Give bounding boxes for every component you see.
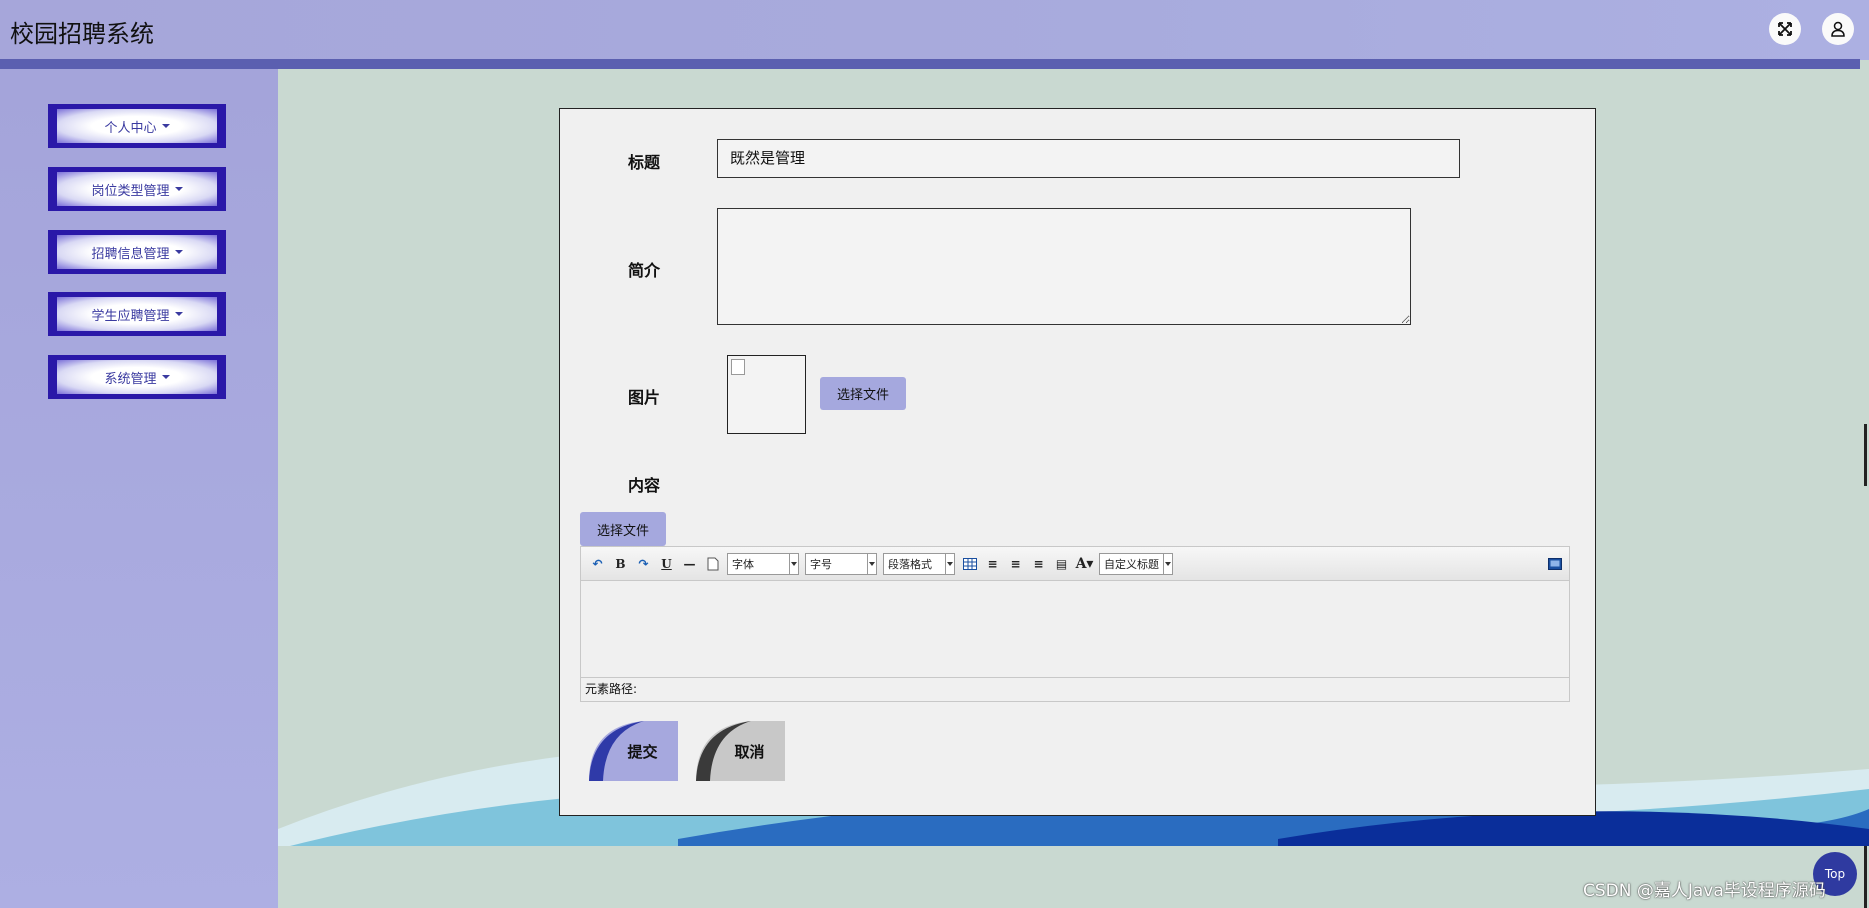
sidebar-item-label: 学生应聘管理 <box>91 308 170 324</box>
sidebar-item-student-apply[interactable]: 学生应聘管理 <box>48 292 226 336</box>
rich-text-editor: ↶ B ↷ U — 字体 字号 段落格式 ≡ ≡ ≡ ▤ A▾ 自定义标题 元素… <box>580 546 1570 702</box>
underline-icon[interactable]: U <box>658 555 675 572</box>
font-color-icon[interactable]: A▾ <box>1076 555 1094 572</box>
cancel-button[interactable]: 取消 <box>696 721 785 781</box>
preview-icon[interactable] <box>1546 555 1563 572</box>
chevron-down-icon <box>867 553 876 574</box>
caret-down-icon <box>174 312 183 316</box>
redo-icon[interactable]: ↷ <box>635 555 652 572</box>
sidebar-item-label: 招聘信息管理 <box>91 246 170 262</box>
user-icon <box>1831 21 1845 37</box>
chevron-down-icon <box>945 553 954 574</box>
form-panel: 标题 既然是管理 简介 图片 选择文件 内容 选择文件 ↶ B ↷ U — 字体… <box>559 108 1596 816</box>
summary-label: 简介 <box>628 261 661 280</box>
sidebar-item-system[interactable]: 系统管理 <box>48 355 226 399</box>
custom-title-select[interactable]: 自定义标题 <box>1099 552 1173 575</box>
scroll-indicator <box>1864 424 1867 486</box>
image-choose-file-button[interactable]: 选择文件 <box>820 377 906 410</box>
image-preview <box>727 355 806 434</box>
user-button[interactable] <box>1822 13 1854 45</box>
bold-icon[interactable]: B <box>612 555 629 572</box>
page-icon[interactable] <box>704 555 721 572</box>
title-label: 标题 <box>628 153 661 172</box>
editor-content-area[interactable] <box>581 582 1569 678</box>
app-title: 校园招聘系统 <box>10 20 154 48</box>
chevron-down-icon <box>1163 553 1172 574</box>
align-left-icon[interactable]: ≡ <box>984 555 1001 572</box>
content-choose-file-button[interactable]: 选择文件 <box>580 512 666 546</box>
sidebar-item-label: 岗位类型管理 <box>91 183 170 199</box>
align-right-icon[interactable]: ≡ <box>1007 555 1024 572</box>
submit-button[interactable]: 提交 <box>589 721 678 781</box>
sidebar-item-recruit-info[interactable]: 招聘信息管理 <box>48 230 226 274</box>
header-accent-bar <box>0 59 1860 69</box>
caret-down-icon <box>174 250 183 254</box>
editor-toolbar: ↶ B ↷ U — 字体 字号 段落格式 ≡ ≡ ≡ ▤ A▾ 自定义标题 <box>581 547 1569 581</box>
content-label: 内容 <box>628 476 661 495</box>
font-size-select[interactable]: 字号 <box>805 552 877 575</box>
caret-down-icon <box>174 187 183 191</box>
paragraph-format-select[interactable]: 段落格式 <box>883 552 955 575</box>
caret-down-icon <box>161 124 170 128</box>
image-label: 图片 <box>628 388 661 407</box>
align-justify-icon[interactable]: ▤ <box>1053 555 1070 572</box>
fullscreen-button[interactable] <box>1769 13 1801 45</box>
sidebar-item-label: 个人中心 <box>104 120 157 136</box>
align-center-icon[interactable]: ≡ <box>1030 555 1047 572</box>
undo-icon[interactable]: ↶ <box>589 555 606 572</box>
scroll-indicator-bottom <box>1864 846 1867 908</box>
chevron-down-icon <box>789 553 798 574</box>
caret-down-icon <box>161 375 170 379</box>
top-header: 校园招聘系统 <box>0 0 1869 60</box>
title-input[interactable]: 既然是管理 <box>717 139 1460 178</box>
table-icon[interactable] <box>961 555 978 572</box>
sidebar-item-job-type[interactable]: 岗位类型管理 <box>48 167 226 211</box>
watermark-text: CSDN @嘉人Java毕设程序源码 <box>1583 881 1826 901</box>
sidebar: 个人中心 岗位类型管理 招聘信息管理 学生应聘管理 系统管理 <box>0 69 278 908</box>
expand-arrows-icon <box>1778 22 1792 36</box>
horizontal-rule-icon[interactable]: — <box>681 555 698 572</box>
element-path-bar: 元素路径: <box>581 677 1569 701</box>
font-family-select[interactable]: 字体 <box>727 552 799 575</box>
sidebar-item-label: 系统管理 <box>104 371 157 387</box>
broken-image-icon <box>731 359 745 375</box>
summary-textarea[interactable] <box>717 208 1411 325</box>
sidebar-item-personal-center[interactable]: 个人中心 <box>48 104 226 148</box>
